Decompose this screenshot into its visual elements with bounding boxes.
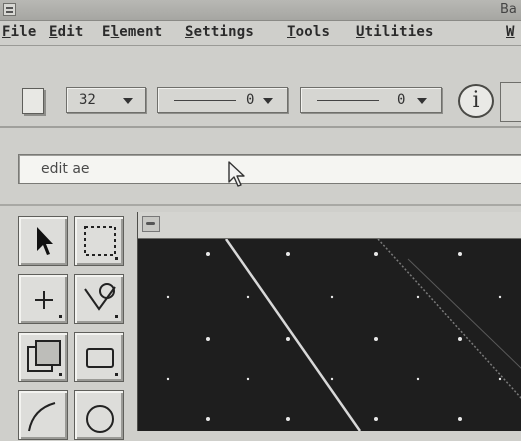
line-weight-value: 0 [397, 92, 406, 108]
select-element-button[interactable] [18, 216, 68, 266]
key-in-text: edit ae [41, 161, 90, 177]
attributes-toolbar: 32 0 0 i [0, 74, 521, 128]
view-header [138, 212, 521, 239]
menu-window[interactable]: W [506, 24, 515, 40]
element-line-dim [377, 239, 521, 400]
toolbar-next-button[interactable] [500, 82, 521, 122]
chevron-down-icon [417, 98, 427, 104]
window-menu-icon[interactable] [3, 3, 16, 16]
fence-select-button[interactable] [74, 216, 124, 266]
fence-select-icon [84, 226, 118, 260]
line-style-preview [174, 100, 236, 101]
design-graphics [166, 239, 521, 431]
menu-element[interactable]: Element [102, 24, 162, 40]
place-circle-icon [86, 405, 114, 433]
menu-tools[interactable]: Tools [287, 24, 330, 40]
window-title: Ba [500, 2, 517, 17]
line-weight-combo[interactable]: 0 [300, 87, 442, 113]
divider [0, 204, 521, 206]
color-combo[interactable]: 32 [66, 87, 146, 113]
view-window [137, 212, 521, 431]
title-bar: Ba [0, 0, 521, 21]
line-weight-preview [317, 100, 379, 101]
copy-element-button[interactable] [18, 332, 68, 382]
menu-bar: File Edit Element Settings Tools Utiliti… [0, 21, 521, 46]
main-tool-palette [14, 210, 130, 440]
active-color-swatch[interactable] [22, 88, 44, 114]
element-line [224, 239, 362, 431]
key-in-field[interactable]: edit ae [18, 154, 521, 184]
place-smartline-button[interactable] [74, 274, 124, 324]
place-block-icon [86, 348, 118, 376]
view-menu-icon[interactable] [142, 216, 160, 232]
color-value: 32 [79, 92, 96, 108]
chevron-down-icon [263, 98, 273, 104]
menu-utilities[interactable]: Utilities [356, 24, 434, 40]
place-point-button[interactable] [18, 274, 68, 324]
place-point-icon [35, 291, 62, 318]
copy-element-icon [27, 340, 62, 376]
info-icon: i [472, 88, 480, 113]
place-circle-button[interactable] [74, 390, 124, 440]
place-smartline-icon [84, 283, 118, 318]
line-style-value: 0 [246, 92, 255, 108]
select-element-icon [37, 227, 53, 255]
line-style-combo[interactable]: 0 [157, 87, 288, 113]
element-line-dim [407, 258, 521, 369]
place-arc-button[interactable] [18, 390, 68, 440]
menu-edit[interactable]: Edit [49, 24, 84, 40]
menu-file[interactable]: File [2, 24, 37, 40]
drawing-canvas[interactable] [138, 239, 521, 431]
menu-settings[interactable]: Settings [185, 24, 254, 40]
chevron-down-icon [123, 98, 133, 104]
info-button[interactable]: i [458, 84, 494, 118]
mouse-pointer-icon [228, 161, 245, 187]
place-arc-icon [28, 402, 56, 432]
place-block-button[interactable] [74, 332, 124, 382]
